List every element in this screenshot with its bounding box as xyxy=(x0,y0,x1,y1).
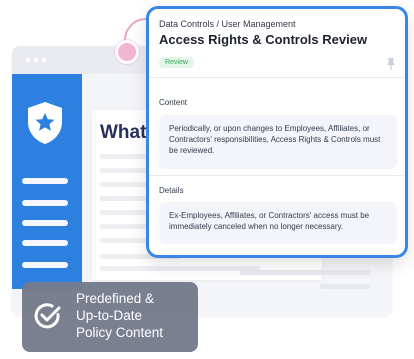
placeholder-line xyxy=(240,270,370,275)
feature-line: Up-to-Date xyxy=(76,308,143,323)
placeholder-line xyxy=(100,266,260,271)
content-text-box: Periodically, or upon changes to Employe… xyxy=(159,115,397,169)
sidebar-menu-line[interactable] xyxy=(22,240,68,246)
connector-dot xyxy=(115,40,139,64)
placeholder-line xyxy=(100,238,148,243)
popup-title: Access Rights & Controls Review xyxy=(159,32,368,47)
placeholder-line xyxy=(100,196,148,201)
feature-line: Predefined & xyxy=(76,291,155,306)
details-label: Details xyxy=(159,186,184,195)
placeholder-line xyxy=(100,210,148,215)
window-dot xyxy=(34,58,38,62)
feature-text: Predefined & Up-to-Date Policy Content xyxy=(76,290,194,341)
feature-line: Policy Content xyxy=(76,325,164,340)
content-label: Content xyxy=(159,98,188,107)
placeholder-line xyxy=(100,154,148,159)
placeholder-line xyxy=(100,182,148,187)
policy-popup-card: Data Controls / User Management Access R… xyxy=(146,6,408,258)
window-dot xyxy=(26,58,30,62)
divider xyxy=(149,175,405,176)
window-controls xyxy=(26,58,46,62)
sidebar-menu-line[interactable] xyxy=(22,220,68,226)
placeholder-line xyxy=(100,224,148,229)
divider xyxy=(149,77,405,78)
shield-star-icon xyxy=(28,102,62,144)
sidebar xyxy=(12,74,82,289)
page-heading: What xyxy=(100,122,147,143)
placeholder-line xyxy=(100,168,148,173)
pin-icon[interactable] xyxy=(385,57,397,71)
feature-badge: Predefined & Up-to-Date Policy Content xyxy=(22,282,198,352)
check-circle-icon xyxy=(34,303,61,329)
details-text-box: Ex-Employees, Affiliates, or Contractors… xyxy=(159,202,397,244)
breadcrumb[interactable]: Data Controls / User Management xyxy=(159,19,296,29)
status-badge: Review xyxy=(159,57,194,68)
sidebar-menu-line[interactable] xyxy=(22,178,68,184)
window-dot xyxy=(42,58,46,62)
sidebar-menu-line[interactable] xyxy=(22,262,68,268)
sidebar-menu-line[interactable] xyxy=(22,200,68,206)
placeholder-line xyxy=(320,284,370,289)
